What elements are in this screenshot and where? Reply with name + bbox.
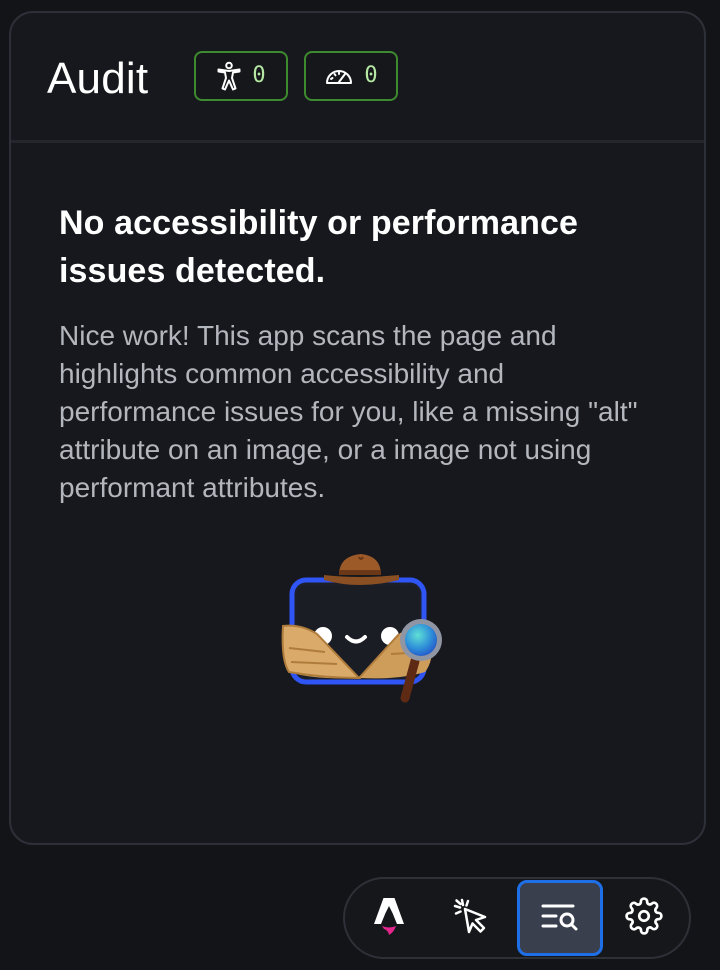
empty-state: No accessibility or performance issues d…	[59, 199, 659, 507]
empty-state-heading: No accessibility or performance issues d…	[59, 204, 578, 290]
performance-count: 0	[364, 63, 378, 88]
panel-title: Audit	[47, 54, 149, 103]
inspect-button[interactable]	[431, 883, 511, 953]
audit-icon	[540, 901, 580, 936]
performance-count-badge: 0	[304, 51, 398, 101]
astro-logo-icon	[373, 896, 405, 941]
dev-toolbar	[343, 877, 691, 959]
panel-header: Audit 0 0	[11, 13, 704, 143]
empty-state-description: Nice work! This app scans the page and h…	[59, 320, 638, 503]
accessibility-count: 0	[252, 63, 266, 88]
audit-panel: Audit 0 0 No accessibility or performanc…	[9, 11, 706, 845]
accessibility-icon	[216, 61, 242, 91]
inspect-cursor-icon	[452, 897, 490, 940]
gear-icon	[625, 896, 663, 940]
astro-menu-button[interactable]	[349, 883, 429, 953]
accessibility-count-badge: 0	[194, 51, 288, 101]
gauge-icon	[324, 65, 354, 87]
settings-button[interactable]	[604, 883, 684, 953]
audit-button[interactable]	[517, 880, 603, 956]
detective-mascot-illustration	[275, 548, 455, 713]
